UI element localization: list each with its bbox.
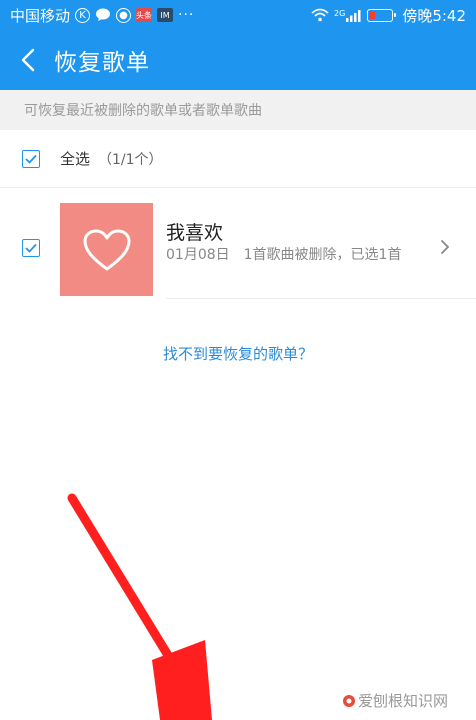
select-all-checkbox[interactable] — [22, 149, 40, 168]
status-bar: 中国移动 K ● 头条 IM ··· 2G 傍晚5:42 — [0, 0, 476, 30]
toutiao-icon: 头条 — [136, 8, 153, 22]
selected-count: （1/1个） — [98, 151, 163, 168]
im-app-icon: IM — [157, 8, 174, 22]
wifi-icon — [311, 8, 329, 22]
playlist-description: 01月08日 1首歌曲被删除，已选1首 — [166, 247, 402, 263]
instruction-label: 可恢复最近被删除的歌单或者歌单歌曲 — [24, 103, 262, 119]
camera-app-icon: ● — [116, 7, 132, 23]
watermark: 爱刨根知识网 — [342, 690, 448, 711]
playlist-item[interactable]: 我喜欢 01月08日 1首歌曲被删除，已选1首 — [0, 190, 476, 302]
watermark-text: 爱刨根知识网 — [358, 692, 449, 710]
status-bar-right: 2G 傍晚5:42 — [311, 5, 466, 26]
battery-icon — [367, 8, 397, 22]
cannot-find-playlist-link[interactable]: 找不到要恢复的歌单？ — [0, 343, 476, 364]
playlist-checkbox[interactable] — [22, 239, 40, 257]
check-icon — [25, 243, 37, 253]
carrier-label: 中国移动 — [10, 6, 71, 25]
time-label: 傍晚5:42 — [402, 6, 466, 25]
select-all-row[interactable]: 全选 （1/1个） — [0, 130, 476, 188]
watermark-logo-icon — [343, 694, 355, 707]
back-arrow-icon — [21, 48, 35, 72]
k-icon: K — [75, 7, 91, 23]
select-all-label: 全选 — [60, 150, 91, 168]
app-bar: 恢复歌单 — [0, 30, 476, 90]
more-notifications-icon: ··· — [178, 7, 195, 23]
back-button[interactable] — [2, 30, 54, 90]
playlist-cover — [60, 203, 153, 296]
heart-icon — [83, 229, 130, 270]
page-title: 恢复歌单 — [54, 50, 150, 76]
chat-bubble-icon — [95, 8, 111, 22]
row-divider — [166, 298, 476, 299]
status-bar-left: 中国移动 K ● 头条 IM ··· — [10, 5, 194, 26]
chevron-right-icon[interactable] — [440, 239, 450, 259]
signal-icon — [346, 9, 362, 22]
network-type-label: 2G — [334, 8, 346, 18]
check-icon — [25, 154, 37, 164]
playlist-name: 我喜欢 — [166, 222, 224, 244]
instruction-text: 可恢复最近被删除的歌单或者歌单歌曲 — [0, 90, 476, 130]
